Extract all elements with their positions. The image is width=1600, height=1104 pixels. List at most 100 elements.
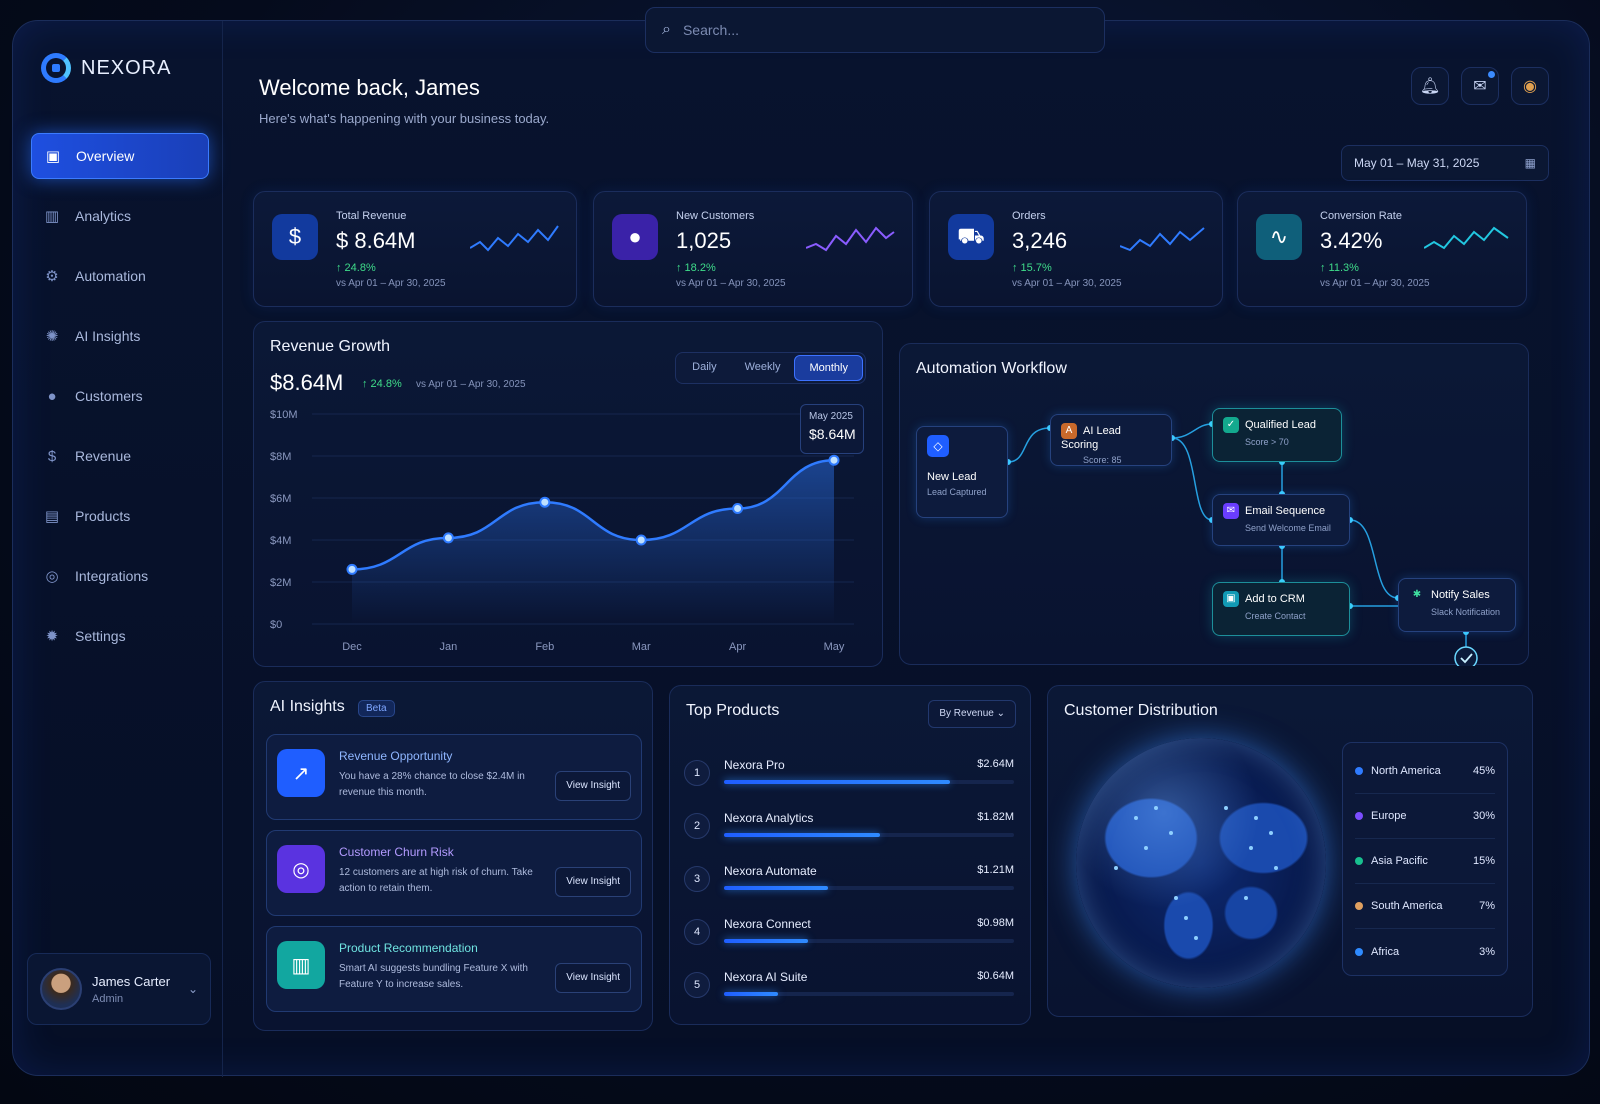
revenue-value: $8.64M [270, 370, 344, 395]
tab-weekly[interactable]: Weekly [731, 355, 795, 381]
sidebar-item-ai-insights[interactable]: ✺ AI Insights [31, 313, 209, 359]
chevron-down-icon: ⌄ [187, 982, 198, 996]
search-input[interactable] [682, 22, 1063, 38]
kpi-card-orders[interactable]: ⛟ Orders 3,246 ↑ 15.7% vs Apr 01 – Apr 3… [929, 191, 1223, 307]
data-point[interactable] [346, 563, 358, 575]
chart-tooltip: May 2025 $8.64M [800, 404, 864, 454]
insight-card-product-recommendation: ▥ Product Recommendation Smart AI sugges… [266, 926, 642, 1012]
legend-dot [1355, 857, 1363, 865]
check-square-icon: ✓ [1223, 417, 1239, 433]
date-range-picker[interactable]: May 01 – May 31, 2025 ▦ [1341, 145, 1549, 181]
workflow-node-ai-lead-scoring[interactable]: A AI Lead Scoring Score: 85 [1050, 414, 1172, 466]
insight-description: Smart AI suggests bundling Feature X wit… [339, 963, 528, 990]
product-row[interactable]: 4 Nexora Connect $0.98M [684, 913, 1014, 957]
sidebar-item-overview[interactable]: ▣ Overview [31, 133, 209, 179]
bar-chart-icon: ▥ [44, 208, 60, 225]
revenue-bar-track [724, 886, 1014, 890]
overview-icon: ▣ [45, 148, 61, 165]
workflow-node-email-sequence[interactable]: ✉ Email Sequence Send Welcome Email [1212, 494, 1350, 546]
product-revenue: $0.64M [977, 970, 1014, 982]
user-name: James Carter [92, 973, 171, 989]
sidebar-item-label: Products [75, 508, 131, 524]
product-row[interactable]: 3 Nexora Automate $1.21M [684, 860, 1014, 904]
profile-icon[interactable]: ◉ [1511, 67, 1549, 105]
data-point[interactable] [635, 534, 647, 546]
ai-insights-panel: AI Insights Beta ↗ Revenue Opportunity Y… [253, 681, 653, 1031]
product-revenue: $0.98M [977, 917, 1014, 929]
mail-icon[interactable]: ✉ [1461, 67, 1499, 105]
brand-name: NEXORA [81, 56, 172, 79]
dollar-icon: $ [47, 447, 57, 465]
product-row[interactable]: 5 Nexora AI Suite $0.64M [684, 966, 1014, 1010]
workflow-node-add-to-crm[interactable]: ▣ Add to CRM Create Contact [1212, 582, 1350, 636]
sidebar-item-label: Customers [75, 388, 143, 404]
region-percent: 3% [1479, 945, 1495, 958]
sort-dropdown[interactable]: By Revenue ⌄ [928, 700, 1016, 728]
sidebar-item-revenue[interactable]: $ Revenue [31, 433, 209, 479]
panel-title: AI Insights [270, 698, 345, 715]
data-point[interactable] [539, 496, 551, 508]
sidebar-item-integrations[interactable]: ◎ Integrations [31, 553, 209, 599]
panel-title: Revenue Growth [270, 338, 391, 355]
sidebar-item-settings[interactable]: ✹ Settings [31, 613, 209, 659]
user-menu[interactable]: James Carter Admin ⌄ [27, 953, 211, 1025]
data-point[interactable] [828, 454, 840, 466]
bar-chart-icon: ▥ [277, 941, 325, 989]
workflow-node-qualified-lead[interactable]: ✓ Qualified Lead Score > 70 [1212, 408, 1342, 462]
node-title: Add to CRM [1245, 592, 1305, 605]
tab-monthly[interactable]: Monthly [794, 355, 863, 381]
kpi-card-conversion-rate[interactable]: ∿ Conversion Rate 3.42% ↑ 11.3% vs Apr 0… [1237, 191, 1527, 307]
kpi-label: Conversion Rate [1320, 210, 1402, 222]
chevron-down-icon: ⌄ [996, 708, 1005, 719]
tab-daily[interactable]: Daily [678, 355, 730, 381]
bell-icon[interactable]: 🔔︎ [1411, 67, 1449, 105]
revenue-bar-fill [724, 992, 779, 996]
product-name: Nexora Automate [724, 864, 817, 878]
sidebar-item-products[interactable]: ▤ Products [31, 493, 209, 539]
rank-badge: 1 [684, 760, 710, 786]
product-row[interactable]: 1 Nexora Pro $2.64M [684, 754, 1014, 798]
gear-icon: ✹ [45, 628, 59, 645]
user-role: Admin [92, 992, 124, 1005]
node-title: Email Sequence [1245, 504, 1326, 517]
kpi-comparison: vs Apr 01 – Apr 30, 2025 [336, 278, 446, 289]
sidebar-item-label: Analytics [75, 208, 132, 224]
region-percent: 30% [1472, 810, 1495, 822]
x-tick-label: Apr [729, 641, 746, 653]
region-name: Africa [1371, 945, 1400, 958]
revenue-bar-fill [724, 833, 881, 837]
view-insight-button[interactable]: View Insight [555, 771, 631, 801]
x-tick-label: Dec [342, 641, 362, 653]
sidebar-item-label: Revenue [75, 448, 132, 464]
sidebar-item-customers[interactable]: ● Customers [31, 373, 209, 419]
sidebar-item-automation[interactable]: ⚙ Automation [31, 253, 209, 299]
kpi-comparison: vs Apr 01 – Apr 30, 2025 [1012, 278, 1122, 289]
logo[interactable]: NEXORA [41, 53, 171, 83]
revenue-bar-track [724, 833, 1014, 837]
revenue-bar-track [724, 992, 1014, 996]
rank-badge: 5 [684, 972, 710, 998]
sidebar-item-analytics[interactable]: ▥ Analytics [31, 193, 209, 239]
insight-title: Revenue Opportunity [339, 749, 453, 763]
product-row[interactable]: 2 Nexora Analytics $1.82M [684, 807, 1014, 851]
data-point[interactable] [732, 503, 744, 514]
beta-badge: Beta [358, 700, 395, 717]
workflow-node-new-lead[interactable]: ◇ New Lead Lead Captured [916, 426, 1008, 518]
y-tick-label: $2M [270, 577, 291, 589]
product-revenue: $1.82M [977, 811, 1014, 823]
kpi-label: Orders [1012, 210, 1046, 222]
rank-badge: 4 [684, 919, 710, 945]
legend-row: North America 45% [1355, 749, 1495, 794]
view-insight-button[interactable]: View Insight [555, 963, 631, 993]
kpi-card-new-customers[interactable]: ● New Customers 1,025 ↑ 18.2% vs Apr 01 … [593, 191, 913, 307]
customer-distribution-panel: Customer Distribution North America 45% Eu… [1047, 685, 1533, 1017]
view-insight-button[interactable]: View Insight [555, 867, 631, 897]
data-point[interactable] [442, 532, 454, 544]
cart-icon: ⛟ [948, 214, 994, 260]
workflow-node-notify-sales[interactable]: ✱ Notify Sales Slack Notification [1398, 578, 1516, 632]
kpi-card-total-revenue[interactable]: $ Total Revenue $ 8.64M ↑ 24.8% vs Apr 0… [253, 191, 577, 307]
rank-badge: 2 [684, 813, 710, 839]
legend-dot [1355, 767, 1363, 775]
search-bar: ⌕ [645, 7, 1105, 53]
churn-icon: ◎ [277, 845, 325, 893]
